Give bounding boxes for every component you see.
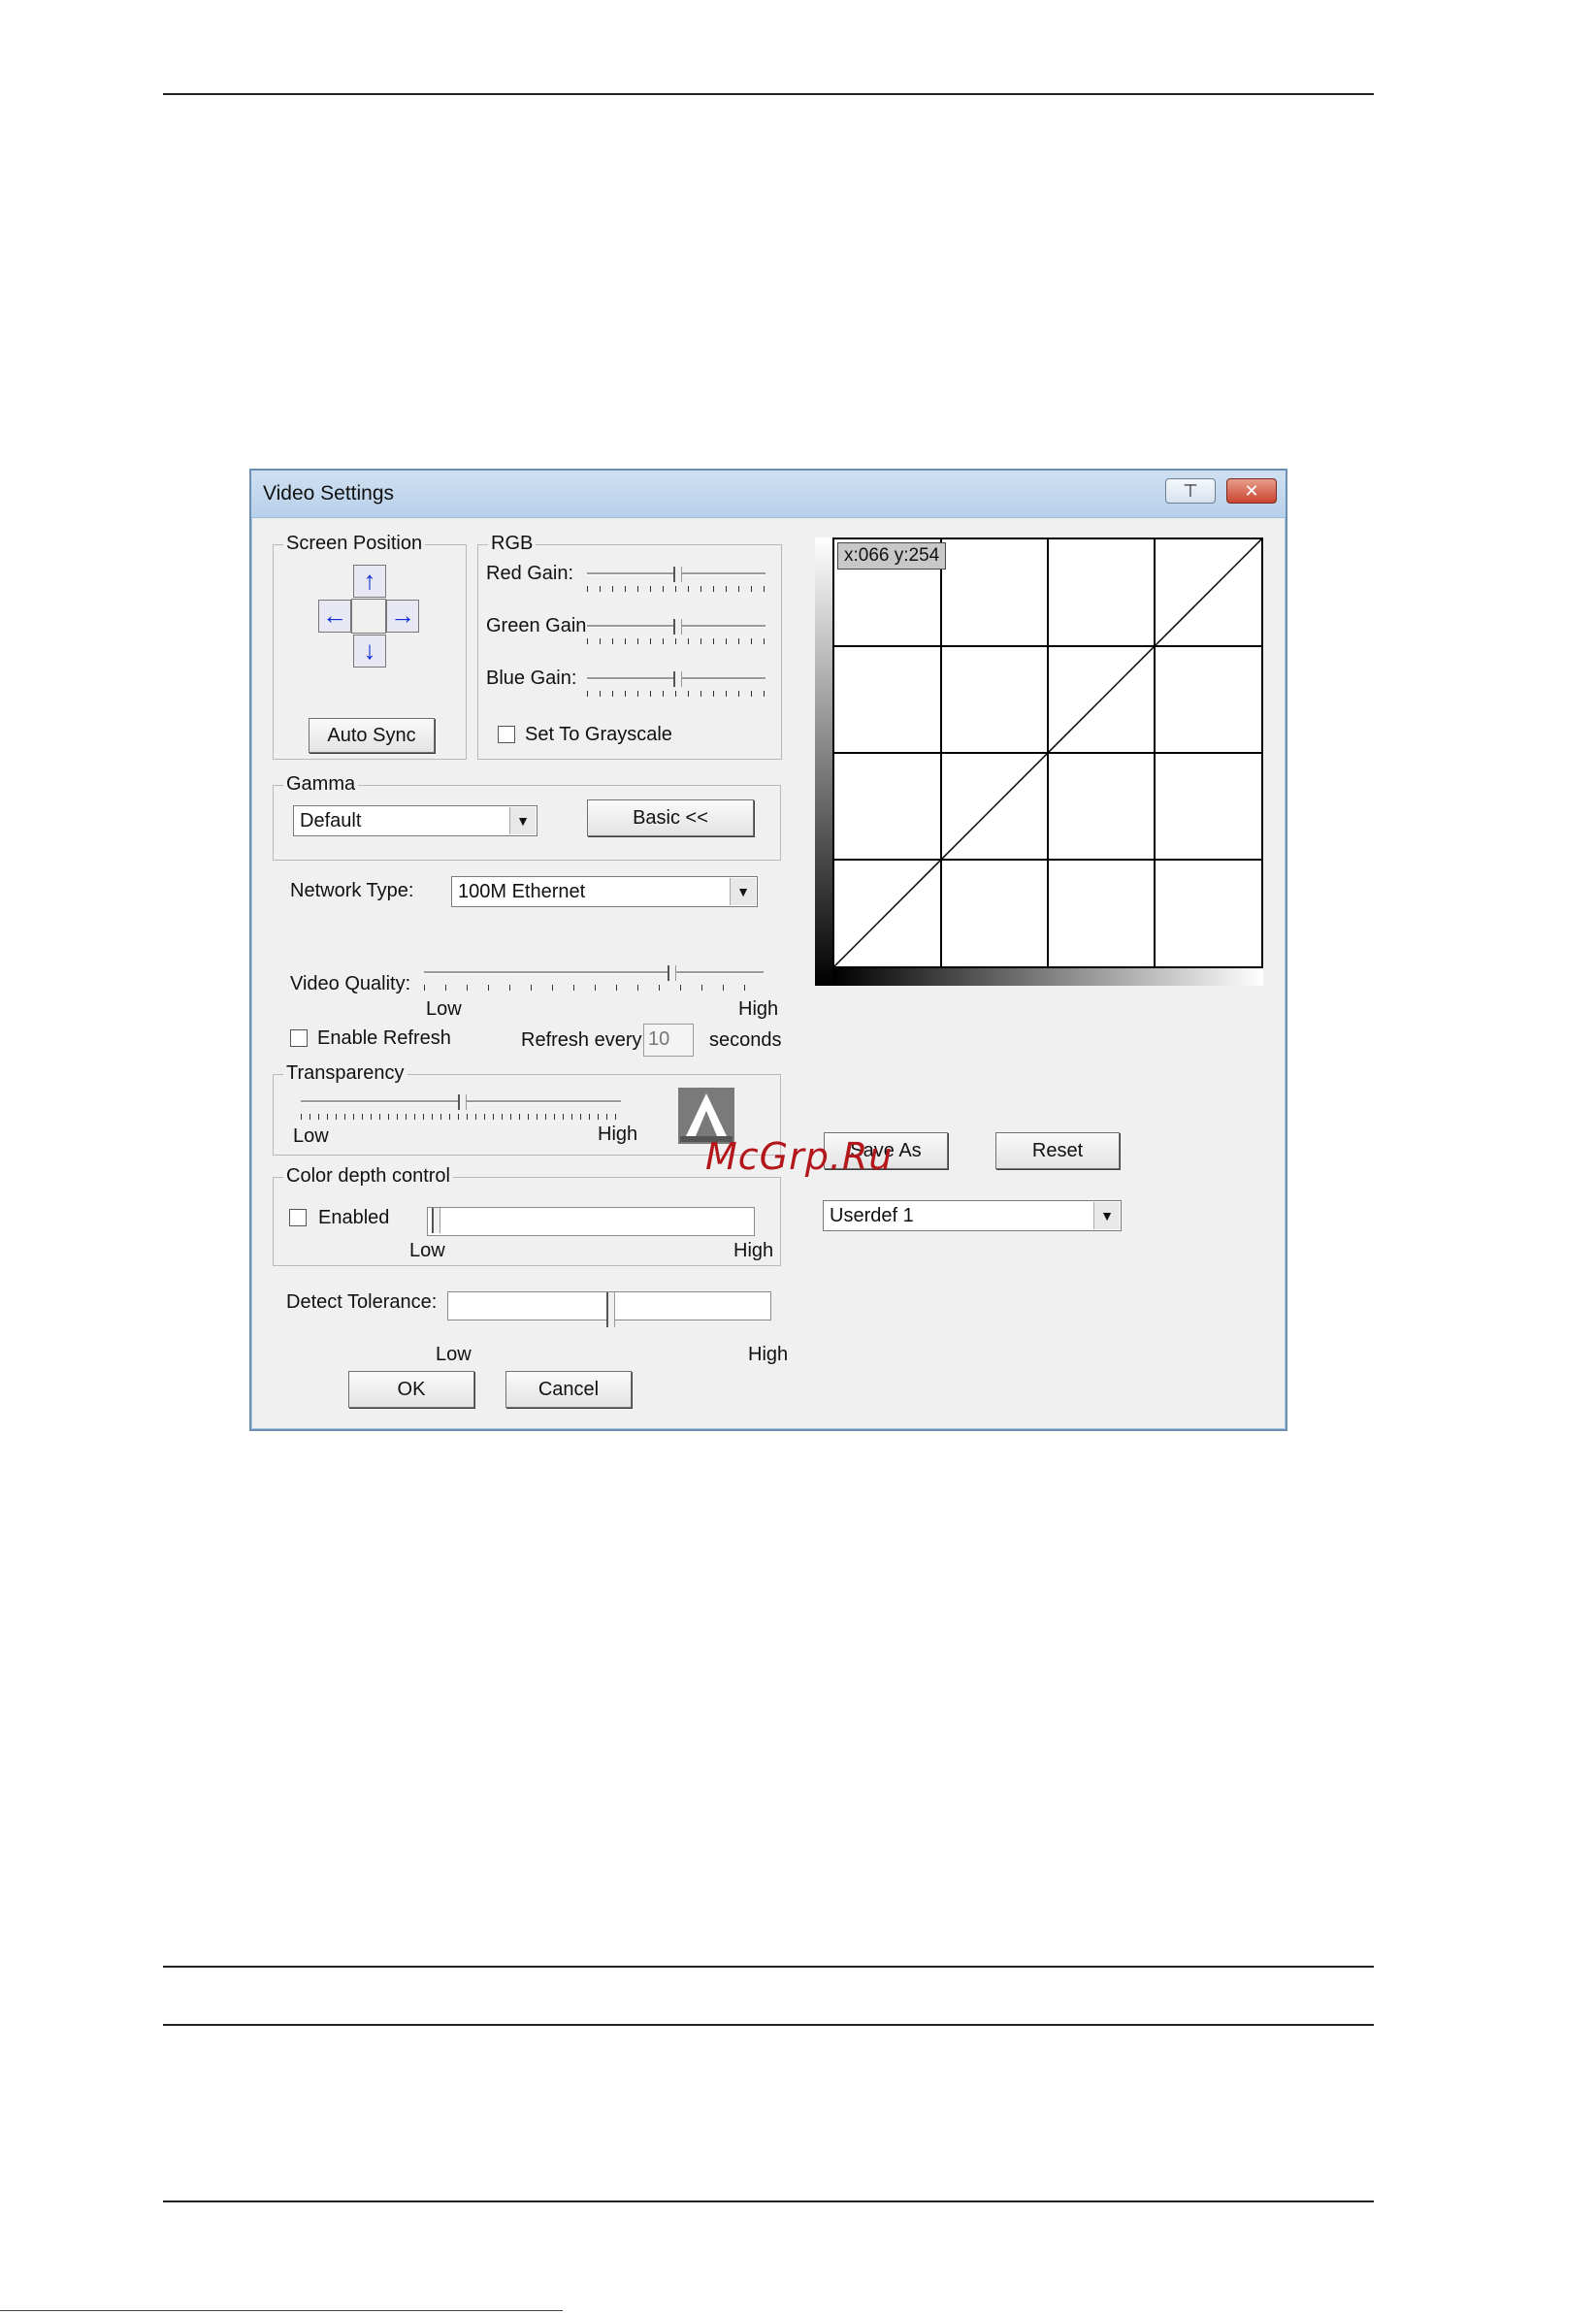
- arrow-down-icon[interactable]: ↓: [353, 635, 386, 668]
- detect-tolerance-high: High: [748, 1344, 789, 1365]
- gamma-group: Gamma Default ▼ Basic <<: [273, 773, 781, 861]
- red-gain-thumb[interactable]: [673, 567, 682, 582]
- video-quality-slider[interactable]: [424, 965, 764, 993]
- chevron-down-icon[interactable]: ▼: [1093, 1202, 1120, 1229]
- blue-gain-label: Blue Gain:: [486, 668, 577, 689]
- profile-select[interactable]: Userdef 1 ▼: [823, 1200, 1122, 1231]
- watermark: McGrp.Ru: [705, 1135, 894, 1178]
- color-depth-slider[interactable]: [427, 1207, 755, 1236]
- pin-button[interactable]: ⊤: [1165, 478, 1216, 504]
- page-rule-bottom-3: [163, 2200, 1374, 2202]
- window-title: Video Settings: [263, 482, 395, 505]
- page-rule-top: [163, 93, 1374, 95]
- screen-position-group: Screen Position ↑ ← → ↓ Auto Sync: [273, 533, 467, 760]
- chevron-down-icon[interactable]: ▼: [509, 807, 536, 834]
- page-rule-footer: [0, 2310, 563, 2311]
- green-gain-label: Green Gain: [486, 615, 587, 636]
- blue-gain-thumb[interactable]: [673, 671, 682, 687]
- transparency-legend: Transparency: [283, 1062, 407, 1085]
- color-depth-low: Low: [409, 1240, 445, 1261]
- transparency-slider[interactable]: [301, 1094, 621, 1122]
- gamma-select-value: Default: [300, 810, 362, 831]
- gamma-curve-graph[interactable]: x:066 y:254: [815, 538, 1263, 986]
- blue-gain-slider[interactable]: [587, 671, 765, 699]
- position-center: [351, 599, 386, 634]
- color-depth-group: Color depth control Enabled Low High: [273, 1165, 781, 1266]
- transparency-high: High: [598, 1124, 638, 1145]
- gamma-select[interactable]: Default ▼: [293, 805, 537, 836]
- arrow-right-icon[interactable]: →: [386, 600, 419, 633]
- grayscale-checkbox[interactable]: [498, 726, 515, 743]
- close-button[interactable]: ✕: [1226, 478, 1277, 504]
- video-quality-thumb[interactable]: [668, 965, 676, 981]
- network-type-select[interactable]: 100M Ethernet ▼: [451, 876, 758, 907]
- rgb-group: RGB Red Gain: Green Gain Blue Gain: Set …: [477, 533, 782, 760]
- green-gain-slider[interactable]: [587, 619, 765, 646]
- gamma-legend: Gamma: [283, 773, 359, 796]
- page-rule-bottom-2: [163, 2024, 1374, 2026]
- color-depth-high: High: [733, 1240, 774, 1261]
- transparency-low: Low: [293, 1125, 329, 1147]
- red-gain-slider[interactable]: [587, 567, 765, 594]
- profile-select-value: Userdef 1: [830, 1205, 914, 1226]
- red-gain-label: Red Gain:: [486, 563, 574, 584]
- video-settings-dialog: Video Settings ⊤ ✕ Screen Position ↑ ← →…: [249, 469, 1287, 1431]
- color-depth-thumb[interactable]: [432, 1208, 440, 1233]
- screen-position-legend: Screen Position: [283, 533, 426, 555]
- gamma-curve-plot[interactable]: [832, 538, 1263, 968]
- page-rule-bottom-1: [163, 1966, 1374, 1968]
- transparency-thumb[interactable]: [458, 1094, 467, 1110]
- chevron-down-icon[interactable]: ▼: [730, 878, 756, 905]
- detect-tolerance-low: Low: [436, 1344, 472, 1365]
- refresh-every-label: Refresh every: [521, 1029, 642, 1051]
- grayscale-label: Set To Grayscale: [525, 724, 672, 745]
- ok-button[interactable]: OK: [348, 1371, 474, 1408]
- arrow-up-icon[interactable]: ↑: [353, 565, 386, 598]
- rgb-legend: RGB: [488, 533, 537, 555]
- gamma-coordinate-readout: x:066 y:254: [837, 542, 947, 570]
- green-gain-thumb[interactable]: [673, 619, 682, 635]
- refresh-interval-input[interactable]: 10: [643, 1024, 694, 1057]
- color-depth-enabled-checkbox[interactable]: [289, 1209, 307, 1226]
- auto-sync-button[interactable]: Auto Sync: [309, 718, 435, 753]
- cancel-button[interactable]: Cancel: [505, 1371, 632, 1408]
- reset-button[interactable]: Reset: [995, 1132, 1120, 1169]
- enable-refresh-checkbox[interactable]: [290, 1029, 308, 1047]
- video-quality-low: Low: [426, 998, 462, 1020]
- gamma-gradient-vertical: [815, 538, 832, 986]
- enable-refresh-label: Enable Refresh: [317, 1027, 451, 1049]
- detect-tolerance-slider[interactable]: [447, 1291, 771, 1327]
- color-depth-enabled-label: Enabled: [318, 1207, 390, 1228]
- video-quality-label: Video Quality:: [290, 973, 411, 994]
- network-type-label: Network Type:: [290, 880, 414, 901]
- video-quality-high: High: [738, 998, 779, 1020]
- detect-tolerance-label: Detect Tolerance:: [286, 1291, 438, 1313]
- basic-button[interactable]: Basic <<: [587, 799, 754, 836]
- title-bar: Video Settings ⊤ ✕: [251, 471, 1286, 518]
- seconds-label: seconds: [709, 1029, 782, 1051]
- color-depth-legend: Color depth control: [283, 1165, 453, 1188]
- network-type-value: 100M Ethernet: [458, 881, 586, 902]
- gamma-gradient-horizontal: [832, 968, 1263, 986]
- detect-tolerance-thumb[interactable]: [606, 1292, 615, 1327]
- arrow-left-icon[interactable]: ←: [318, 600, 351, 633]
